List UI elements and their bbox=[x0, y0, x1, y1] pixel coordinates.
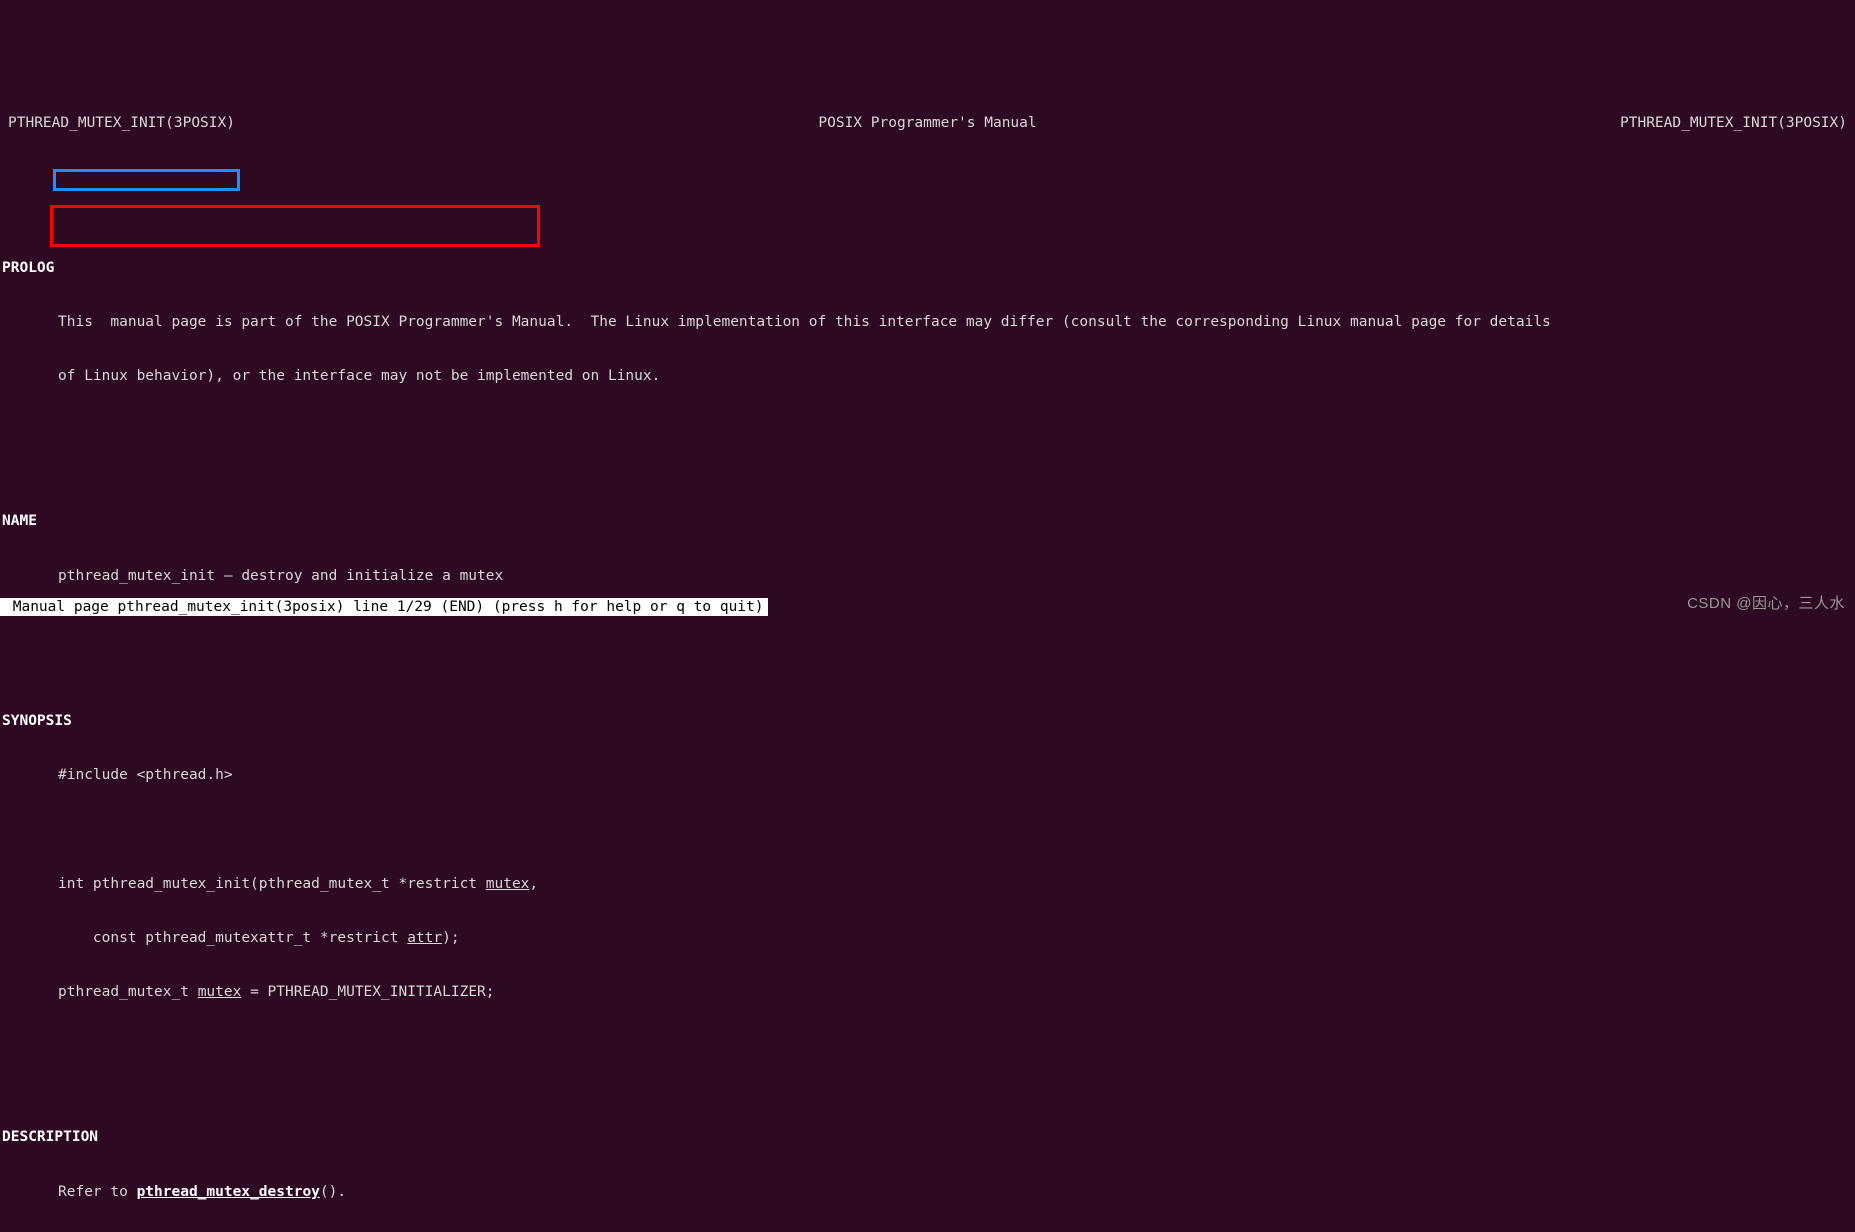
synopsis-init: pthread_mutex_t mutex = PTHREAD_MUTEX_IN… bbox=[0, 983, 1855, 1001]
func2-suffix: ); bbox=[442, 930, 459, 946]
man-page-content: PTHREAD_MUTEX_INIT(3POSIX) POSIX Program… bbox=[0, 73, 1855, 1232]
prolog-text-1: This manual page is part of the POSIX Pr… bbox=[0, 313, 1855, 331]
synopsis-func2: const pthread_mutexattr_t *restrict attr… bbox=[0, 929, 1855, 947]
init-suffix: = PTHREAD_MUTEX_INITIALIZER; bbox=[241, 984, 494, 1000]
synopsis-header: SYNOPSIS bbox=[0, 712, 1855, 730]
name-text: pthread_mutex_init — destroy and initial… bbox=[0, 567, 1855, 585]
desc-prefix: Refer to bbox=[58, 1184, 137, 1200]
init-arg: mutex bbox=[198, 984, 242, 1000]
prolog-text-2: of Linux behavior), or the interface may… bbox=[0, 367, 1855, 385]
description-header: DESCRIPTION bbox=[0, 1128, 1855, 1146]
desc-link: pthread_mutex_destroy bbox=[137, 1184, 320, 1200]
prolog-header: PROLOG bbox=[0, 259, 1855, 277]
func1-prefix: int pthread_mutex_init(pthread_mutex_t *… bbox=[58, 876, 486, 892]
synopsis-func1: int pthread_mutex_init(pthread_mutex_t *… bbox=[0, 875, 1855, 893]
header-left: PTHREAD_MUTEX_INIT(3POSIX) bbox=[8, 114, 235, 132]
header-center: POSIX Programmer's Manual bbox=[818, 114, 1036, 132]
header-line: PTHREAD_MUTEX_INIT(3POSIX) POSIX Program… bbox=[0, 111, 1855, 132]
func1-arg: mutex bbox=[486, 876, 530, 892]
status-bar[interactable]: Manual page pthread_mutex_init(3posix) l… bbox=[0, 598, 768, 616]
header-right: PTHREAD_MUTEX_INIT(3POSIX) bbox=[1620, 114, 1847, 132]
desc-suffix: (). bbox=[320, 1184, 346, 1200]
description-text: Refer to pthread_mutex_destroy(). bbox=[0, 1183, 1855, 1201]
name-header: NAME bbox=[0, 512, 1855, 530]
func1-suffix: , bbox=[529, 876, 538, 892]
csdn-watermark: CSDN @因心，三人水 bbox=[1687, 595, 1845, 614]
synopsis-include: #include <pthread.h> bbox=[0, 766, 1855, 784]
init-prefix: pthread_mutex_t bbox=[58, 984, 198, 1000]
func2-arg: attr bbox=[407, 930, 442, 946]
func2-prefix: const pthread_mutexattr_t *restrict bbox=[58, 930, 407, 946]
